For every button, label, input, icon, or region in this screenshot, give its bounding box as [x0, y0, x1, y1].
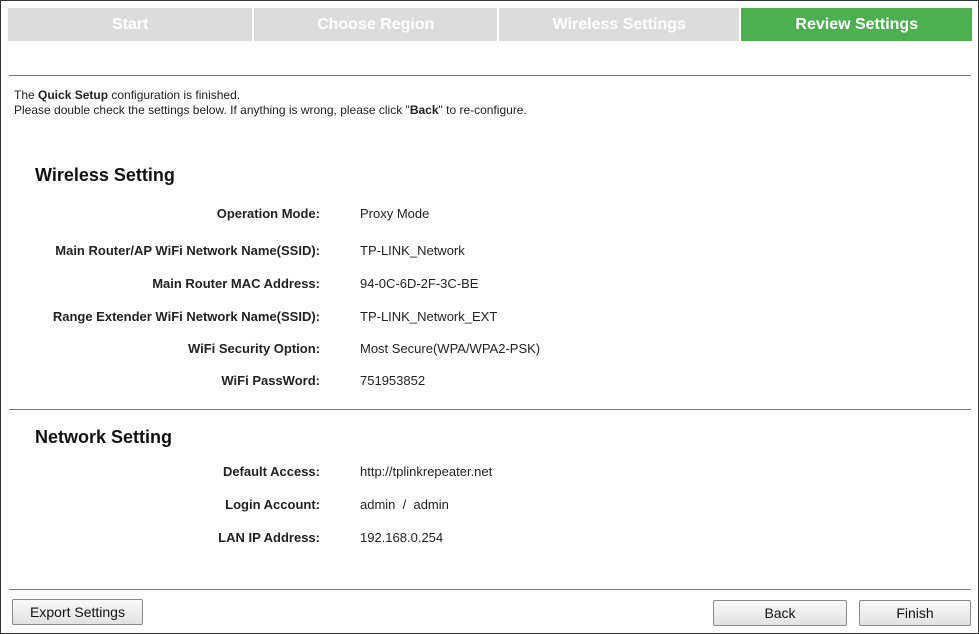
divider-top	[9, 75, 971, 76]
row-main-router-mac: Main Router MAC Address: 94-0C-6D-2F-3C-…	[1, 274, 979, 294]
back-button[interactable]: Back	[713, 600, 847, 626]
wireless-setting-title: Wireless Setting	[35, 165, 175, 185]
row-value: Proxy Mode	[360, 206, 430, 221]
tab-review-settings[interactable]: Review Settings	[741, 8, 972, 41]
row-label: Login Account:	[225, 497, 320, 512]
row-login-account: Login Account: admin / admin	[1, 495, 979, 515]
export-settings-button[interactable]: Export Settings	[12, 599, 143, 625]
row-wifi-password: WiFi PassWord: 751953852	[1, 371, 979, 391]
row-operation-mode: Operation Mode: Proxy Mode	[1, 204, 979, 224]
row-label: Default Access:	[222, 464, 320, 479]
row-main-router-ssid: Main Router/AP WiFi Network Name(SSID): …	[1, 241, 979, 261]
row-label: Main Router MAC Address:	[152, 276, 320, 291]
row-default-access: Default Access: http://tplinkrepeater.ne…	[1, 462, 979, 482]
row-value: 192.168.0.254	[360, 530, 444, 545]
row-value: TP-LINK_Network_EXT	[360, 309, 498, 324]
row-label: Main Router/AP WiFi Network Name(SSID):	[55, 243, 320, 258]
row-value: Most Secure(WPA/WPA2-PSK)	[360, 341, 541, 356]
divider-bottom	[9, 589, 971, 590]
tab-wireless-settings[interactable]: Wireless Settings	[498, 8, 740, 41]
row-label: Range Extender WiFi Network Name(SSID):	[52, 309, 320, 324]
divider-middle	[9, 409, 971, 410]
step-tabs: Start Choose Region Wireless Settings Re…	[8, 8, 972, 41]
finish-button[interactable]: Finish	[859, 600, 971, 626]
network-setting-title: Network Setting	[35, 427, 173, 447]
row-label: Operation Mode:	[216, 206, 320, 221]
intro-text: The Quick Setup configuration is finishe…	[14, 88, 527, 118]
row-label: WiFi PassWord:	[221, 373, 320, 388]
tab-choose-region[interactable]: Choose Region	[254, 8, 497, 41]
quick-setup-window: Start Choose Region Wireless Settings Re…	[0, 0, 979, 634]
intro-line-1: The Quick Setup configuration is finishe…	[14, 88, 241, 102]
row-value: 751953852	[360, 373, 426, 388]
row-security-option: WiFi Security Option: Most Secure(WPA/WP…	[1, 339, 979, 359]
row-value: http://tplinkrepeater.net	[360, 464, 493, 479]
tab-start[interactable]: Start	[8, 8, 253, 41]
row-value: TP-LINK_Network	[360, 243, 465, 258]
row-value: 94-0C-6D-2F-3C-BE	[360, 276, 479, 291]
row-lan-ip: LAN IP Address: 192.168.0.254	[1, 528, 979, 548]
row-extender-ssid: Range Extender WiFi Network Name(SSID): …	[1, 307, 979, 327]
row-label: LAN IP Address:	[218, 530, 320, 545]
row-label: WiFi Security Option:	[187, 341, 320, 356]
intro-line-2: Please double check the settings below. …	[14, 103, 527, 117]
row-value: admin / admin	[360, 497, 449, 512]
